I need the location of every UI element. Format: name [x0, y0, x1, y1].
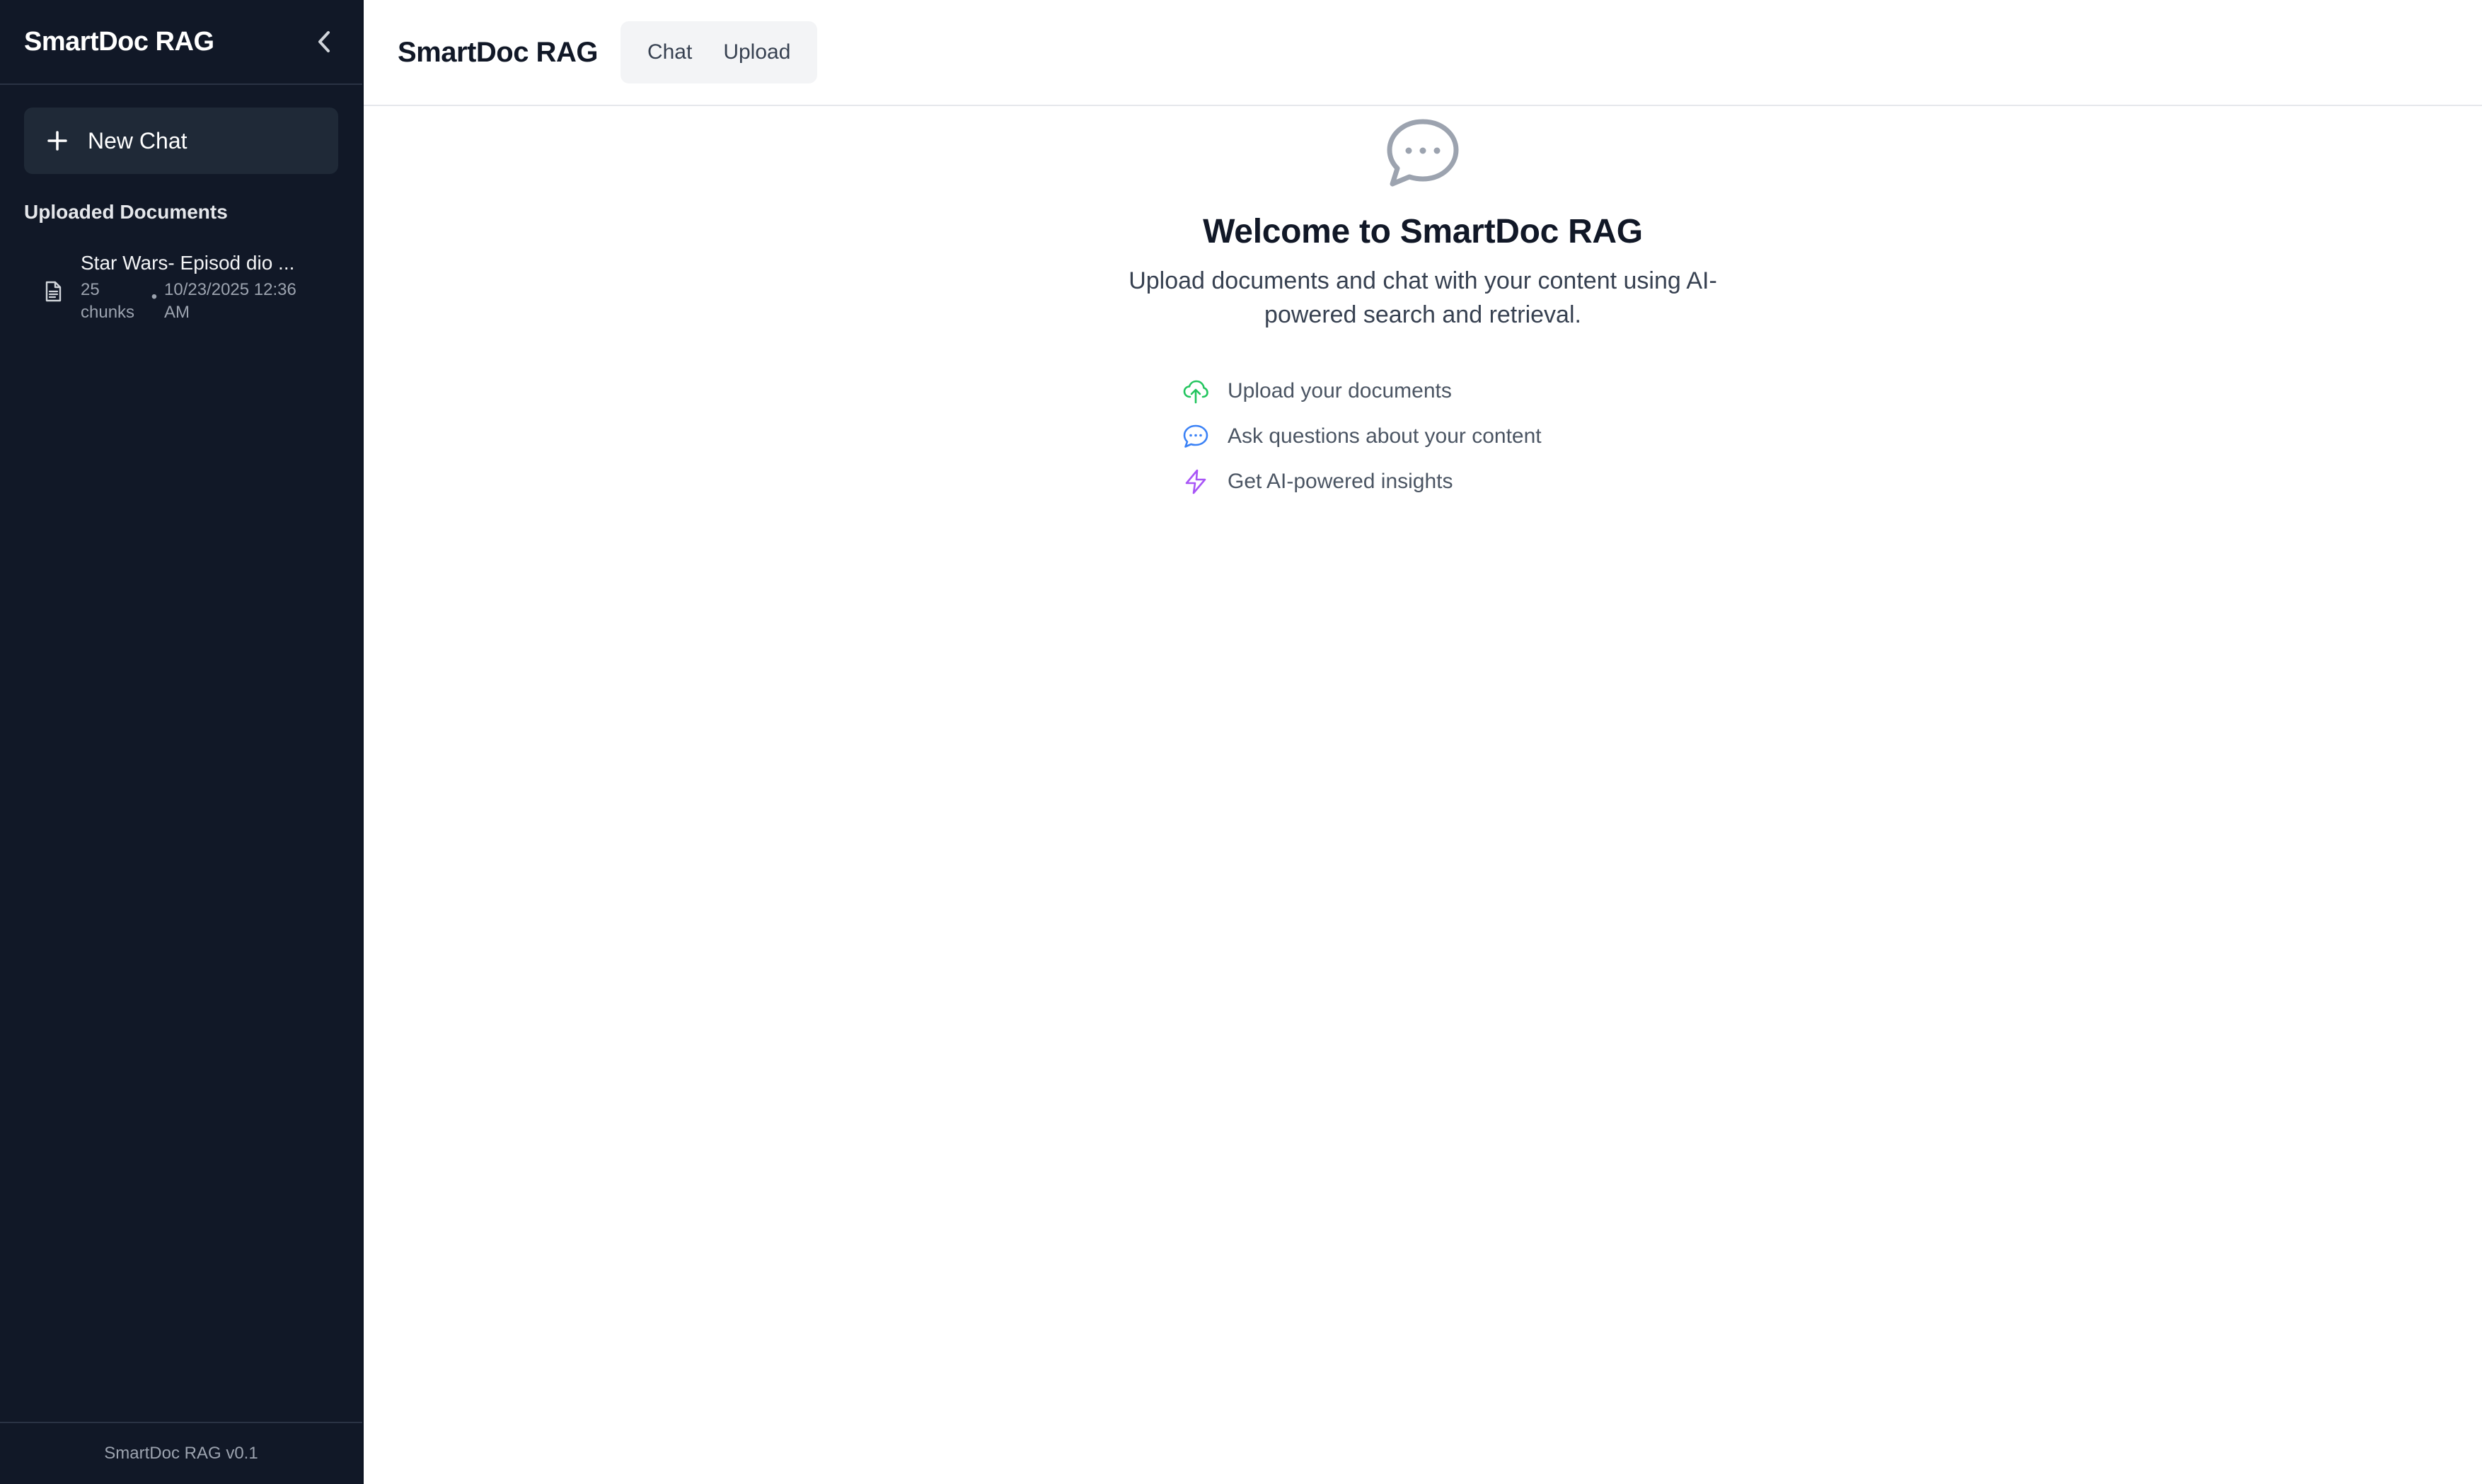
document-meta-separator: •	[151, 287, 158, 306]
document-chunks: 25 chunks	[81, 280, 135, 322]
welcome-subtitle: Upload documents and chat with your cont…	[1129, 267, 1717, 328]
feature-item-upload: Upload your documents	[1182, 369, 1550, 414]
collapse-sidebar-button[interactable]	[310, 28, 338, 56]
document-body: Star Wars- Episoḋ dio ... 25 chunks • 10…	[81, 250, 333, 324]
sidebar-title: SmartDoc RAG	[24, 26, 214, 57]
welcome-section: Welcome to SmartDoc RAG Upload documents…	[364, 117, 2482, 504]
feature-item-ask: Ask questions about your content	[1182, 414, 1550, 459]
chat-bubble-icon	[1387, 119, 1459, 187]
plus-icon	[45, 129, 69, 153]
lightning-icon	[1185, 469, 1206, 494]
document-date: 10/23/2025 12:36 AM	[164, 280, 296, 322]
app-root: SmartDoc RAG New Chat Uploaded Documents	[0, 0, 2482, 1484]
tab-chat[interactable]: Chat	[632, 30, 708, 75]
document-name: Star Wars- Episoḋ dio ...	[81, 252, 295, 274]
sidebar-footer-version: SmartDoc RAG v0.1	[0, 1422, 362, 1484]
chevron-left-icon	[318, 31, 330, 52]
cloud-upload-icon	[1183, 380, 1208, 404]
feature-label: Ask questions about your content	[1228, 424, 1542, 448]
main-panel: SmartDoc RAG Chat Upload Welcome to Smar…	[364, 0, 2482, 1484]
new-chat-label: New Chat	[88, 127, 187, 153]
tab-upload[interactable]: Upload	[708, 30, 806, 75]
top-bar: SmartDoc RAG Chat Upload	[364, 0, 2482, 106]
sidebar-header: SmartDoc RAG	[0, 0, 362, 85]
uploaded-documents-heading: Uploaded Documents	[24, 201, 228, 223]
feature-item-insights: Get AI-powered insights	[1182, 459, 1550, 504]
feature-label: Get AI-powered insights	[1228, 470, 1453, 493]
sidebar: SmartDoc RAG New Chat Uploaded Documents	[0, 0, 364, 1484]
chat-bubble-icon	[1183, 424, 1208, 448]
page-title: SmartDoc RAG	[398, 36, 598, 68]
feature-list: Upload your documents Ask questions abou…	[1182, 369, 1550, 504]
document-meta: 25 chunks • 10/23/2025 12:36 AM	[81, 279, 333, 324]
welcome-title: Welcome to SmartDoc RAG	[1203, 213, 1643, 250]
document-icon	[45, 281, 62, 302]
feature-label: Upload your documents	[1228, 379, 1452, 402]
document-item[interactable]: Star Wars- Episoḋ dio ... 25 chunks • 10…	[17, 243, 345, 331]
tab-group: Chat Upload	[620, 21, 818, 83]
new-chat-button[interactable]: New Chat	[24, 108, 338, 174]
